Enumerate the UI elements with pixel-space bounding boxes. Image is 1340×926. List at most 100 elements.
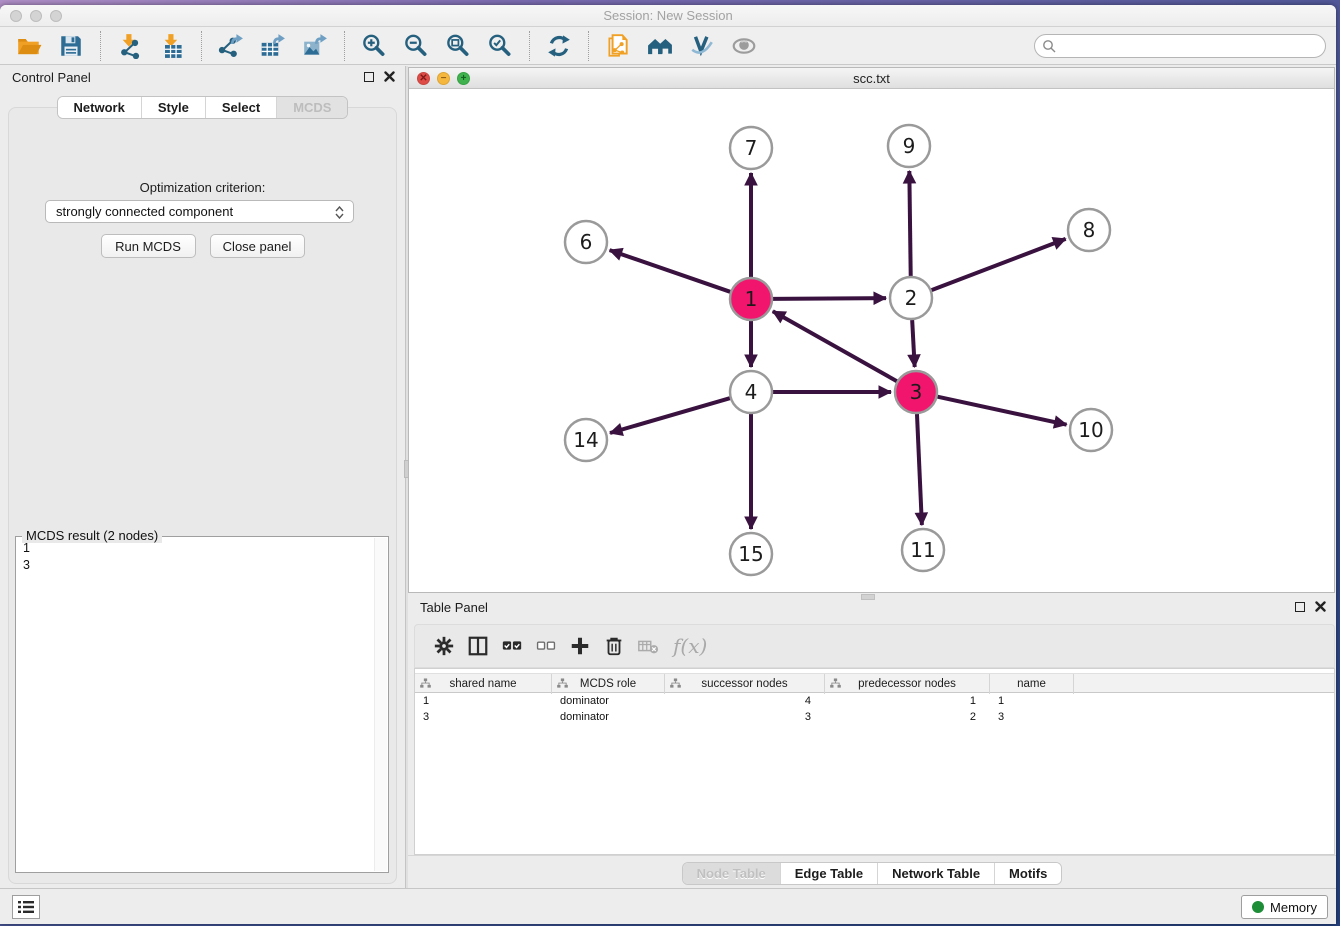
eye-icon[interactable] — [729, 31, 759, 61]
zoom-in-icon[interactable] — [359, 31, 389, 61]
export-table-icon[interactable] — [258, 31, 288, 61]
deselect-all-icon[interactable] — [529, 631, 563, 661]
search-input[interactable] — [1034, 34, 1326, 58]
add-column-icon[interactable] — [563, 631, 597, 661]
tab-mcds[interactable]: MCDS — [277, 97, 347, 118]
function-builder-icon: f(x) — [673, 634, 707, 658]
search-box — [1034, 34, 1326, 58]
export-image-icon[interactable] — [300, 31, 330, 61]
window-title: Session: New Session — [0, 8, 1336, 23]
edge-2-9[interactable] — [909, 171, 910, 276]
tab-network[interactable]: Network — [58, 97, 142, 118]
table-panel-title: Table Panel — [420, 600, 488, 615]
run-mcds-button[interactable]: Run MCDS — [101, 234, 196, 258]
zoom-out-icon[interactable] — [401, 31, 431, 61]
optimization-criterion-select[interactable]: strongly connected component — [45, 200, 354, 223]
node-label-10: 10 — [1078, 418, 1103, 442]
tab-select[interactable]: Select — [206, 97, 277, 118]
table-header-row: shared nameMCDS rolesuccessor nodesprede… — [415, 673, 1334, 693]
node-label-14: 14 — [573, 428, 598, 452]
cell-shared-name[interactable]: 3 — [415, 710, 552, 726]
task-history-button[interactable] — [12, 895, 40, 919]
node-label-6: 6 — [580, 230, 593, 254]
export-network-icon[interactable] — [216, 31, 246, 61]
memory-button[interactable]: Memory — [1241, 895, 1328, 919]
close-table-panel-icon[interactable] — [1315, 601, 1326, 612]
cell-predecessor-nodes[interactable]: 2 — [825, 710, 990, 726]
table-row[interactable]: 1dominator411 — [415, 694, 1334, 710]
column-header-successor-nodes[interactable]: successor nodes — [665, 674, 825, 694]
edge-4-14[interactable] — [610, 398, 730, 433]
column-type-icon — [557, 678, 568, 692]
show-column-icon[interactable] — [461, 631, 495, 661]
node-label-8: 8 — [1083, 218, 1096, 242]
style-icon[interactable] — [687, 31, 717, 61]
control-panel-title: Control Panel — [12, 70, 91, 85]
node-label-15: 15 — [738, 542, 763, 566]
table-toolbar: f(x) — [414, 624, 1335, 668]
tab-style[interactable]: Style — [142, 97, 206, 118]
column-header-predecessor-nodes[interactable]: predecessor nodes — [825, 674, 990, 694]
float-table-panel-button[interactable] — [1295, 602, 1305, 612]
tab-edge-table[interactable]: Edge Table — [781, 863, 878, 884]
cell-successor-nodes[interactable]: 4 — [665, 694, 825, 710]
refresh-icon[interactable] — [544, 31, 574, 61]
node-label-11: 11 — [910, 538, 935, 562]
edge-3-10[interactable] — [937, 397, 1066, 425]
cell-name[interactable]: 1 — [990, 694, 1074, 710]
edge-3-11[interactable] — [917, 414, 922, 525]
select-all-icon[interactable] — [495, 631, 529, 661]
home-icon[interactable] — [645, 31, 675, 61]
status-bar: Memory — [0, 888, 1336, 924]
network-title: scc.txt — [409, 71, 1334, 86]
toolbar-divider — [100, 31, 101, 61]
zoom-selected-icon[interactable] — [485, 31, 515, 61]
main-toolbar — [0, 27, 1336, 65]
node-label-9: 9 — [903, 134, 916, 158]
tab-node-table[interactable]: Node Table — [683, 863, 781, 884]
toolbar-divider — [529, 31, 530, 61]
toolbar-divider — [588, 31, 589, 61]
cell-predecessor-nodes[interactable]: 1 — [825, 694, 990, 710]
delete-table-icon-disabled — [631, 631, 665, 661]
network-frame: ✕ − + scc.txt 7968124314101511 — [408, 67, 1335, 593]
cell-MCDS-role[interactable]: dominator — [552, 710, 665, 726]
toolbar-divider — [344, 31, 345, 61]
tab-network-table[interactable]: Network Table — [878, 863, 995, 884]
cell-shared-name[interactable]: 1 — [415, 694, 552, 710]
table-rows: 1dominator4113dominator323 — [415, 694, 1334, 854]
table-tabs-bar: Node TableEdge TableNetwork TableMotifs — [408, 855, 1336, 888]
column-header-shared-name[interactable]: shared name — [415, 674, 552, 694]
edge-2-3[interactable] — [912, 320, 915, 367]
column-header-name[interactable]: name — [990, 674, 1074, 694]
network-file-icon[interactable] — [603, 31, 633, 61]
edge-1-2[interactable] — [773, 298, 886, 299]
result-scrollbar[interactable] — [374, 538, 387, 871]
mcds-result-box: MCDS result (2 nodes) 1 3 — [15, 536, 389, 873]
table-row[interactable]: 3dominator323 — [415, 710, 1334, 726]
edge-1-6[interactable] — [610, 250, 731, 292]
delete-column-trash-icon[interactable] — [597, 631, 631, 661]
cell-MCDS-role[interactable]: dominator — [552, 694, 665, 710]
save-icon[interactable] — [56, 31, 86, 61]
tab-motifs[interactable]: Motifs — [995, 863, 1061, 884]
network-canvas[interactable]: 7968124314101511 — [409, 90, 1334, 592]
cell-successor-nodes[interactable]: 3 — [665, 710, 825, 726]
table-settings-gear-icon[interactable] — [427, 631, 461, 661]
close-panel-button[interactable]: Close panel — [210, 234, 305, 258]
edge-2-8[interactable] — [932, 239, 1066, 290]
open-icon[interactable] — [14, 31, 44, 61]
network-frame-titlebar[interactable]: ✕ − + scc.txt — [409, 68, 1334, 89]
zoom-fit-icon[interactable] — [443, 31, 473, 61]
search-icon — [1042, 39, 1056, 58]
edge-3-1[interactable] — [773, 311, 897, 381]
cell-name[interactable]: 3 — [990, 710, 1074, 726]
import-network-icon[interactable] — [115, 31, 145, 61]
import-table-icon[interactable] — [157, 31, 187, 61]
toolbar-divider — [201, 31, 202, 61]
float-panel-button[interactable] — [364, 72, 374, 82]
close-panel-icon[interactable] — [384, 71, 395, 82]
column-header-MCDS-role[interactable]: MCDS role — [552, 674, 665, 694]
mcds-result-text[interactable]: 1 3 — [17, 540, 372, 870]
optimization-criterion-label: Optimization criterion: — [9, 180, 396, 195]
